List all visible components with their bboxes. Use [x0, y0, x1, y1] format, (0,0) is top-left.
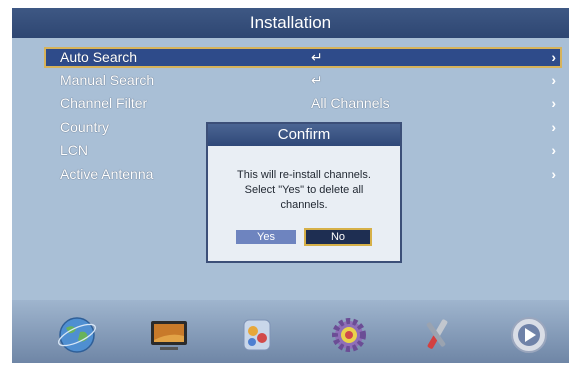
- dock-bar: [12, 300, 569, 363]
- chevron-right-icon: ›: [551, 49, 556, 65]
- dialog-message-line-3: channels.: [280, 199, 328, 211]
- menu-item-label: Active Antenna: [60, 166, 154, 182]
- menu-item-label: Manual Search: [60, 72, 155, 88]
- globe-icon[interactable]: [56, 314, 98, 356]
- chevron-right-icon: ›: [551, 119, 556, 135]
- chevron-right-icon: ›: [551, 72, 556, 88]
- menu-item-auto-search[interactable]: Auto Search ↵ ›: [44, 47, 562, 68]
- page-title: Installation: [12, 8, 569, 38]
- dialog-message-line-2: Select "Yes" to delete all: [244, 184, 364, 196]
- dialog-message-line-1: This will re-install channels.: [237, 169, 371, 181]
- tv-screen: Installation Auto Search ↵ › Manual Sear…: [12, 8, 569, 363]
- menu-item-value: All Channels: [311, 95, 390, 111]
- chevron-right-icon: ›: [551, 95, 556, 111]
- menu-item-label: Auto Search: [60, 49, 138, 65]
- settings-icon[interactable]: [328, 314, 370, 356]
- confirm-dialog: Confirm This will re-install channels. S…: [206, 122, 402, 263]
- menu-item-label: Channel Filter: [60, 95, 148, 111]
- menu-item-label: Country: [60, 119, 110, 135]
- chevron-right-icon: ›: [551, 142, 556, 158]
- tools-icon[interactable]: [416, 314, 458, 356]
- enter-icon: ↵: [311, 49, 323, 65]
- yes-button[interactable]: Yes: [236, 230, 296, 244]
- media-icon[interactable]: [236, 314, 278, 356]
- enter-icon: ↵: [311, 72, 323, 88]
- play-icon[interactable]: [508, 314, 550, 356]
- dialog-title: Confirm: [208, 124, 400, 146]
- menu-item-manual-search[interactable]: Manual Search ↵ ›: [46, 71, 560, 90]
- tv-screen-icon[interactable]: [148, 314, 190, 356]
- menu-item-channel-filter[interactable]: Channel Filter All Channels ›: [46, 94, 560, 113]
- chevron-right-icon: ›: [551, 166, 556, 182]
- dialog-message: This will re-install channels. Select "Y…: [216, 168, 392, 213]
- no-button[interactable]: No: [304, 228, 372, 246]
- menu-item-label: LCN: [60, 142, 89, 158]
